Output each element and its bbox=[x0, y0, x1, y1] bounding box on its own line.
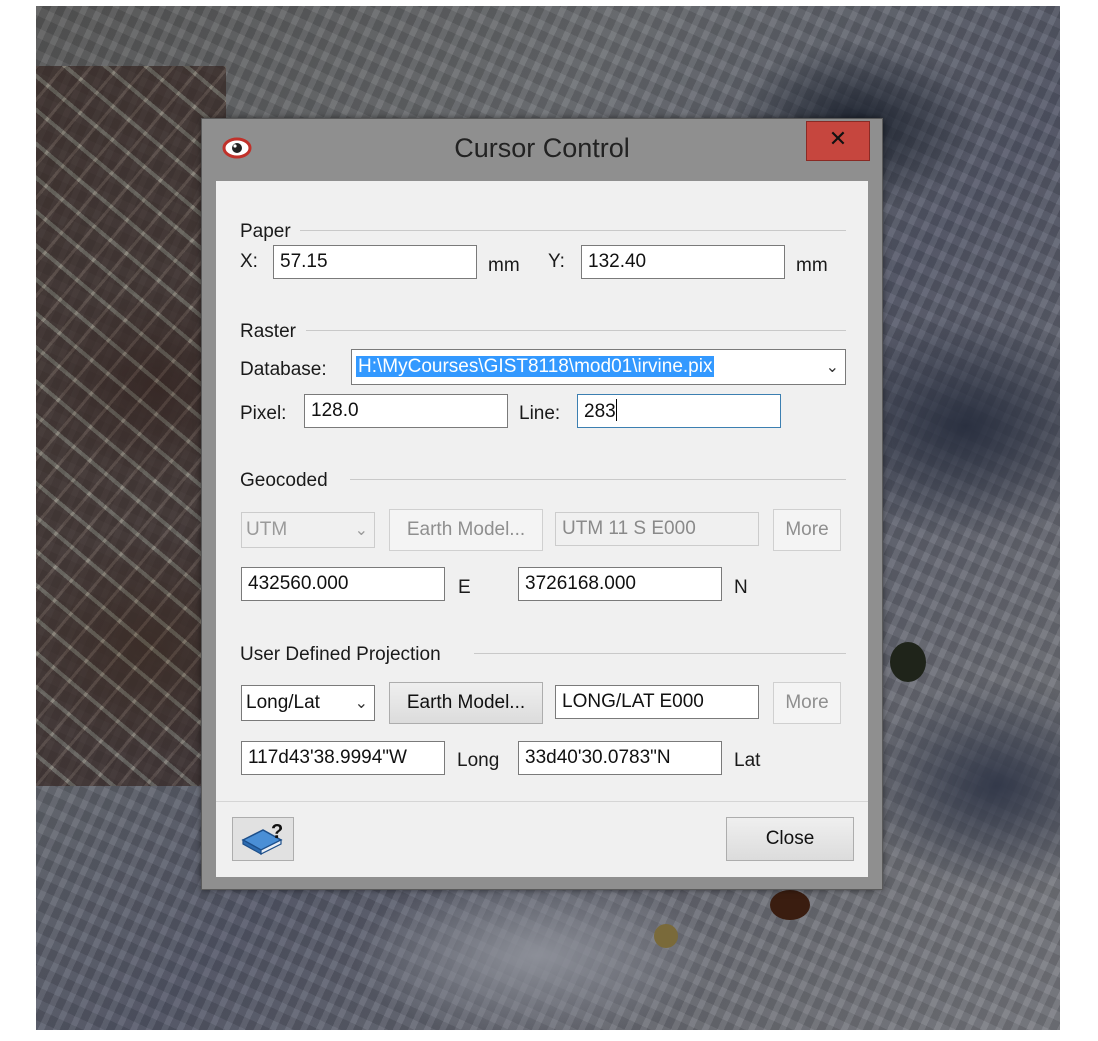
paper-x-unit: mm bbox=[488, 255, 520, 276]
longitude-label: Long bbox=[457, 750, 500, 771]
database-label: Database: bbox=[240, 359, 327, 380]
line-input[interactable]: 283 bbox=[577, 394, 781, 428]
paper-y-input[interactable]: 132.40 bbox=[581, 245, 785, 279]
title-bar[interactable]: Cursor Control ✕ bbox=[202, 119, 882, 181]
geocoded-section-title: Geocoded bbox=[240, 470, 328, 491]
user-earth-model-button[interactable]: Earth Model... bbox=[389, 682, 543, 724]
user-projection-divider bbox=[474, 653, 846, 654]
paper-y-unit: mm bbox=[796, 255, 828, 276]
window-close-button[interactable]: ✕ bbox=[806, 121, 870, 161]
raster-section-title: Raster bbox=[240, 321, 296, 342]
dark-patch bbox=[770, 890, 810, 920]
pixel-input[interactable]: 128.0 bbox=[304, 394, 508, 428]
paper-y-label: Y: bbox=[548, 251, 565, 272]
database-value: H:\MyCourses\GIST8118\mod01\irvine.pix bbox=[356, 356, 715, 377]
user-more-button[interactable]: More bbox=[773, 682, 841, 724]
chevron-down-icon: ⌄ bbox=[354, 693, 368, 712]
small-pond bbox=[654, 924, 678, 948]
geocoded-more-button[interactable]: More bbox=[773, 509, 841, 551]
user-projection-select[interactable]: Long/Lat ⌄ bbox=[241, 685, 375, 721]
footer-divider bbox=[216, 801, 868, 802]
paper-x-label: X: bbox=[240, 251, 258, 272]
paper-x-input[interactable]: 57.15 bbox=[273, 245, 477, 279]
easting-input[interactable]: 432560.000 bbox=[241, 567, 445, 601]
svg-text:?: ? bbox=[271, 821, 283, 843]
geocoded-projection-string[interactable]: UTM 11 S E000 bbox=[555, 512, 759, 546]
close-button[interactable]: Close bbox=[726, 817, 854, 861]
chevron-down-icon: ⌄ bbox=[825, 357, 839, 376]
paper-divider bbox=[300, 230, 846, 231]
geocoded-earth-model-button[interactable]: Earth Model... bbox=[389, 509, 543, 551]
pixel-label: Pixel: bbox=[240, 403, 287, 424]
northing-label: N bbox=[734, 577, 748, 598]
geocoded-divider bbox=[350, 479, 846, 480]
latitude-input[interactable]: 33d40'30.0783"N bbox=[518, 741, 722, 775]
chevron-down-icon: ⌄ bbox=[354, 520, 368, 539]
geocoded-projection-select[interactable]: UTM ⌄ bbox=[241, 512, 375, 548]
paper-section-title: Paper bbox=[240, 221, 291, 242]
database-select[interactable]: H:\MyCourses\GIST8118\mod01\irvine.pix ⌄ bbox=[351, 349, 846, 385]
help-book-icon: ? bbox=[241, 821, 283, 856]
window-title: Cursor Control bbox=[454, 133, 630, 163]
dialog-client-area: Paper X: 57.15 mm Y: 132.40 mm Raster Da… bbox=[216, 181, 868, 877]
user-projection-value: Long/Lat bbox=[246, 692, 320, 713]
reservoir bbox=[890, 642, 926, 682]
agricultural-fields bbox=[36, 66, 226, 786]
user-projection-string[interactable]: LONG/LAT E000 bbox=[555, 685, 759, 719]
cursor-control-dialog: Cursor Control ✕ Paper X: 57.15 mm Y: 13… bbox=[201, 118, 883, 890]
raster-divider bbox=[306, 330, 846, 331]
longitude-input[interactable]: 117d43'38.9994"W bbox=[241, 741, 445, 775]
text-caret bbox=[615, 399, 617, 421]
user-projection-section-title: User Defined Projection bbox=[240, 644, 441, 665]
northing-input[interactable]: 3726168.000 bbox=[518, 567, 722, 601]
line-value: 283 bbox=[584, 401, 616, 422]
easting-label: E bbox=[458, 577, 471, 598]
help-button[interactable]: ? bbox=[232, 817, 294, 861]
latitude-label: Lat bbox=[734, 750, 761, 771]
line-label: Line: bbox=[519, 403, 561, 424]
geocoded-projection-value: UTM bbox=[246, 519, 288, 540]
